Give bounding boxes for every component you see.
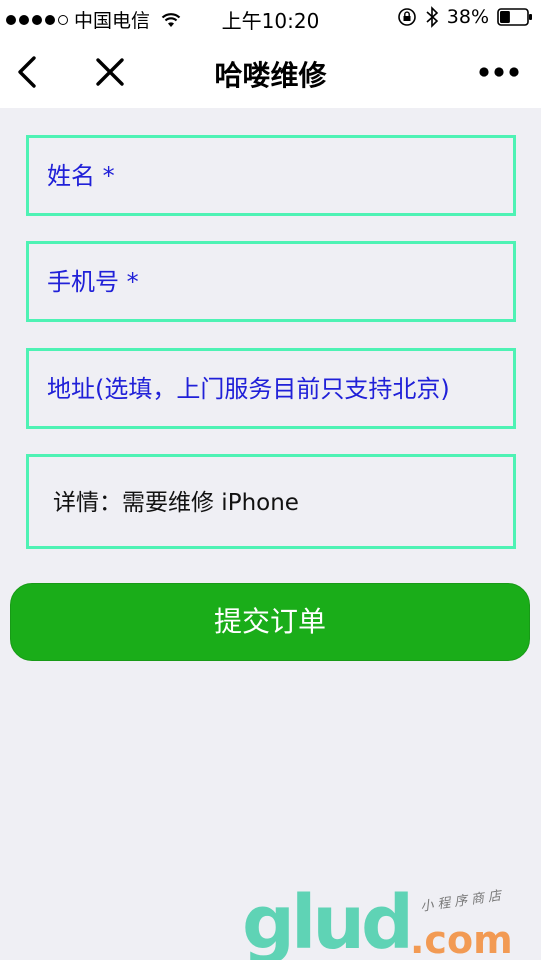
details-textarea[interactable]: 详情：需要维修 iPhone bbox=[26, 454, 516, 549]
watermark-brand: glud bbox=[242, 880, 414, 960]
address-field bbox=[26, 348, 516, 429]
rotation-lock-icon bbox=[397, 8, 416, 26]
watermark-tagline: 小程序商店 bbox=[419, 888, 506, 915]
more-horizontal-icon[interactable] bbox=[479, 66, 519, 78]
page-title: 哈喽维修 bbox=[214, 59, 327, 92]
watermark-suffix: .com bbox=[410, 918, 513, 960]
battery-percent: 38% bbox=[446, 6, 489, 28]
status-right: 38% bbox=[397, 6, 533, 28]
name-field bbox=[26, 135, 516, 216]
name-input[interactable] bbox=[29, 138, 513, 213]
bluetooth-icon bbox=[426, 6, 438, 28]
status-bar: 中国电信 上午10:20 38% bbox=[0, 0, 541, 36]
submit-order-button[interactable]: 提交订单 bbox=[10, 583, 530, 661]
address-input[interactable] bbox=[29, 351, 513, 426]
details-text: 详情：需要维修 iPhone bbox=[53, 490, 299, 516]
phone-input[interactable] bbox=[29, 244, 513, 319]
battery-icon bbox=[497, 8, 532, 26]
nav-bar: 哈喽维修 bbox=[0, 36, 541, 108]
screen: 中国电信 上午10:20 38% 哈喽维修 姓名 * 手机号 * 地址(选填，上… bbox=[0, 0, 541, 960]
watermark-logo: glud 小程序商店 .com bbox=[242, 880, 541, 960]
phone-field bbox=[26, 241, 516, 322]
